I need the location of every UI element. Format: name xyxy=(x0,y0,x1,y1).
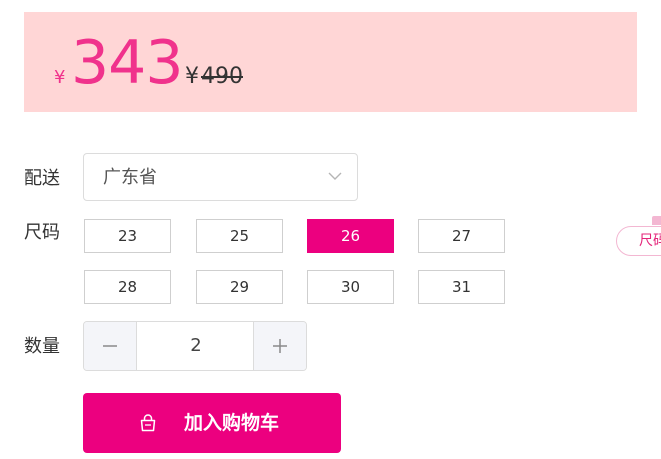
price-panel: ¥ 343 ¥490 xyxy=(24,12,637,112)
delivery-label: 配送 xyxy=(24,168,60,189)
add-to-cart-label: 加入购物车 xyxy=(184,412,280,434)
size-chart-tag[interactable]: 尺码 xyxy=(616,226,661,256)
delivery-select[interactable]: 广东省 xyxy=(83,153,358,201)
size-option-30[interactable]: 30 xyxy=(307,270,394,304)
size-option-28[interactable]: 28 xyxy=(84,270,171,304)
quantity-label: 数量 xyxy=(24,336,60,357)
original-price-symbol: ¥ xyxy=(185,64,199,89)
size-option-23[interactable]: 23 xyxy=(84,219,171,253)
size-option-27[interactable]: 27 xyxy=(418,219,505,253)
size-option-26[interactable]: 26 xyxy=(307,219,394,253)
price-currency-symbol: ¥ xyxy=(54,67,66,88)
quantity-value[interactable]: 2 xyxy=(137,322,255,370)
size-option-25[interactable]: 25 xyxy=(196,219,283,253)
quantity-stepper: 2 xyxy=(83,321,307,371)
chevron-down-icon xyxy=(328,172,342,180)
plus-icon xyxy=(273,339,287,353)
size-option-31[interactable]: 31 xyxy=(418,270,505,304)
size-label: 尺码 xyxy=(24,222,60,243)
side-tag-corner xyxy=(652,216,661,225)
increase-quantity-button[interactable] xyxy=(253,322,306,370)
original-price-value: 490 xyxy=(201,64,243,89)
size-option-29[interactable]: 29 xyxy=(196,270,283,304)
add-to-cart-button[interactable]: 加入购物车 xyxy=(83,393,341,453)
current-price: 343 xyxy=(71,28,184,98)
decrease-quantity-button[interactable] xyxy=(84,322,137,370)
shopping-bag-icon xyxy=(140,414,156,432)
original-price: ¥490 xyxy=(185,64,243,90)
minus-icon xyxy=(103,345,117,347)
delivery-select-value: 广东省 xyxy=(103,167,157,188)
